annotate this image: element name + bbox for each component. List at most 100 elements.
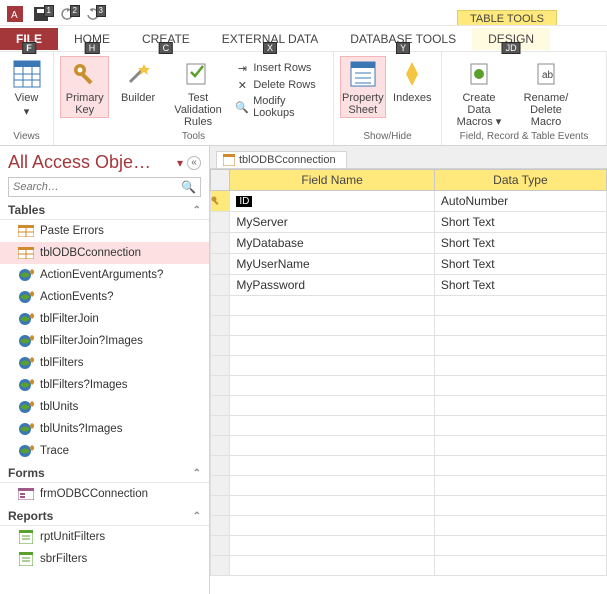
primary-key-button[interactable]: Primary Key xyxy=(60,56,109,118)
nav-item[interactable]: frmODBCConnection xyxy=(0,483,209,505)
nav-item[interactable]: ◆Trace xyxy=(0,440,209,462)
data-type-cell[interactable] xyxy=(434,396,606,416)
qat-redo[interactable]: 3 xyxy=(82,3,104,25)
data-type-cell[interactable]: Short Text xyxy=(434,212,606,233)
data-type-cell[interactable]: Short Text xyxy=(434,233,606,254)
qat-undo[interactable]: 2 xyxy=(56,3,78,25)
field-name-cell[interactable] xyxy=(230,476,434,496)
field-name-cell[interactable] xyxy=(230,396,434,416)
data-type-cell[interactable] xyxy=(434,376,606,396)
row-selector[interactable] xyxy=(211,254,230,275)
field-name-cell[interactable] xyxy=(230,456,434,476)
data-type-cell[interactable] xyxy=(434,316,606,336)
insert-rows-button[interactable]: ⇥Insert Rows xyxy=(233,60,327,76)
nav-item[interactable]: ◆tblFilterJoin xyxy=(0,308,209,330)
row-selector[interactable] xyxy=(211,275,230,296)
data-type-cell[interactable] xyxy=(434,296,606,316)
data-type-cell[interactable] xyxy=(434,336,606,356)
row-selector[interactable] xyxy=(211,376,230,396)
field-name-cell[interactable] xyxy=(230,436,434,456)
nav-cat-tables[interactable]: Tables⌃ xyxy=(0,199,209,220)
design-grid[interactable]: Field Name Data Type ID AutoNumber MyServe… xyxy=(210,168,607,594)
data-type-cell[interactable] xyxy=(434,436,606,456)
row-selector[interactable] xyxy=(211,356,230,376)
field-name-cell[interactable] xyxy=(230,336,434,356)
search-icon[interactable]: 🔍 xyxy=(181,180,196,194)
data-type-cell[interactable] xyxy=(434,356,606,376)
nav-item[interactable]: ◆ActionEvents? xyxy=(0,286,209,308)
field-name-cell[interactable] xyxy=(230,356,434,376)
field-name-cell[interactable] xyxy=(230,556,434,576)
row-selector[interactable] xyxy=(211,296,230,316)
data-type-cell[interactable]: Short Text xyxy=(434,254,606,275)
data-type-cell[interactable] xyxy=(434,456,606,476)
field-name-cell[interactable] xyxy=(230,536,434,556)
row-selector[interactable] xyxy=(211,436,230,456)
col-data-type[interactable]: Data Type xyxy=(434,170,606,191)
row-selector[interactable] xyxy=(211,336,230,356)
data-type-cell[interactable]: Short Text xyxy=(434,275,606,296)
nav-item[interactable]: ◆ActionEventArguments? xyxy=(0,264,209,286)
field-name-cell[interactable]: MyUserName xyxy=(236,257,309,271)
corner-cell[interactable] xyxy=(211,170,230,191)
nav-item[interactable]: ◆tblUnits?Images xyxy=(0,418,209,440)
row-selector[interactable] xyxy=(211,476,230,496)
nav-item[interactable]: ◆tblFilters xyxy=(0,352,209,374)
row-selector[interactable] xyxy=(211,316,230,336)
row-selector[interactable] xyxy=(211,496,230,516)
indexes-button[interactable]: Indexes xyxy=(390,56,435,106)
property-sheet-button[interactable]: Property Sheet xyxy=(340,56,386,118)
row-selector[interactable] xyxy=(211,416,230,436)
nav-item[interactable]: ◆tblFilterJoin?Images xyxy=(0,330,209,352)
row-selector[interactable] xyxy=(211,536,230,556)
search-input[interactable] xyxy=(13,181,181,193)
row-selector[interactable] xyxy=(211,396,230,416)
data-type-cell[interactable] xyxy=(434,516,606,536)
field-name-cell[interactable] xyxy=(230,416,434,436)
nav-title[interactable]: All Access Obje… xyxy=(8,152,173,173)
tab-file[interactable]: FILEF xyxy=(0,28,58,50)
data-type-cell[interactable] xyxy=(434,496,606,516)
field-name-cell[interactable]: MyPassword xyxy=(236,278,305,292)
data-type-cell[interactable] xyxy=(434,556,606,576)
field-name-cell[interactable] xyxy=(230,296,434,316)
nav-item[interactable]: ◆tblUnits xyxy=(0,396,209,418)
row-selector[interactable] xyxy=(211,516,230,536)
delete-rows-button[interactable]: ✕Delete Rows xyxy=(233,77,327,93)
create-data-macros-button[interactable]: Create Data Macros ▾ xyxy=(448,56,510,130)
test-validation-button[interactable]: Test Validation Rules xyxy=(167,56,230,130)
field-name-cell[interactable] xyxy=(230,516,434,536)
col-field-name[interactable]: Field Name xyxy=(230,170,434,191)
field-name-cell[interactable] xyxy=(230,316,434,336)
tab-database-tools[interactable]: DATABASE TOOLSY xyxy=(334,28,472,50)
data-type-cell[interactable] xyxy=(434,536,606,556)
field-name-cell[interactable]: ID xyxy=(236,196,252,207)
field-name-cell[interactable]: MyServer xyxy=(236,215,287,229)
nav-item[interactable]: ◆tblFilters?Images xyxy=(0,374,209,396)
nav-collapse-icon[interactable]: « xyxy=(187,156,201,170)
qat-save[interactable]: 1 xyxy=(30,3,52,25)
tab-create[interactable]: CREATEC xyxy=(126,28,206,50)
row-selector[interactable] xyxy=(211,233,230,254)
tab-design[interactable]: DESIGNJD xyxy=(472,28,550,50)
view-button[interactable]: View ▾ xyxy=(6,56,47,120)
data-type-cell[interactable]: AutoNumber xyxy=(434,191,606,212)
nav-search[interactable]: 🔍 xyxy=(8,177,201,197)
field-name-cell[interactable] xyxy=(230,496,434,516)
row-selector[interactable] xyxy=(211,191,230,212)
data-type-cell[interactable] xyxy=(434,476,606,496)
nav-cat-forms[interactable]: Forms⌃ xyxy=(0,462,209,483)
nav-item[interactable]: rptUnitFilters xyxy=(0,526,209,548)
tab-home[interactable]: HOMEH xyxy=(58,28,126,50)
field-name-cell[interactable] xyxy=(230,376,434,396)
field-name-cell[interactable]: MyDatabase xyxy=(236,236,303,250)
document-tab[interactable]: tblODBCconnection xyxy=(216,151,347,168)
nav-cat-reports[interactable]: Reports⌃ xyxy=(0,505,209,526)
nav-item[interactable]: Paste Errors xyxy=(0,220,209,242)
row-selector[interactable] xyxy=(211,212,230,233)
nav-item[interactable]: tblODBCconnection xyxy=(0,242,209,264)
nav-item[interactable]: sbrFilters xyxy=(0,548,209,570)
nav-dropdown-icon[interactable]: ▾ xyxy=(177,156,183,170)
rename-delete-macro-button[interactable]: ab Rename/ Delete Macro xyxy=(514,56,578,130)
builder-button[interactable]: Builder xyxy=(113,56,162,106)
